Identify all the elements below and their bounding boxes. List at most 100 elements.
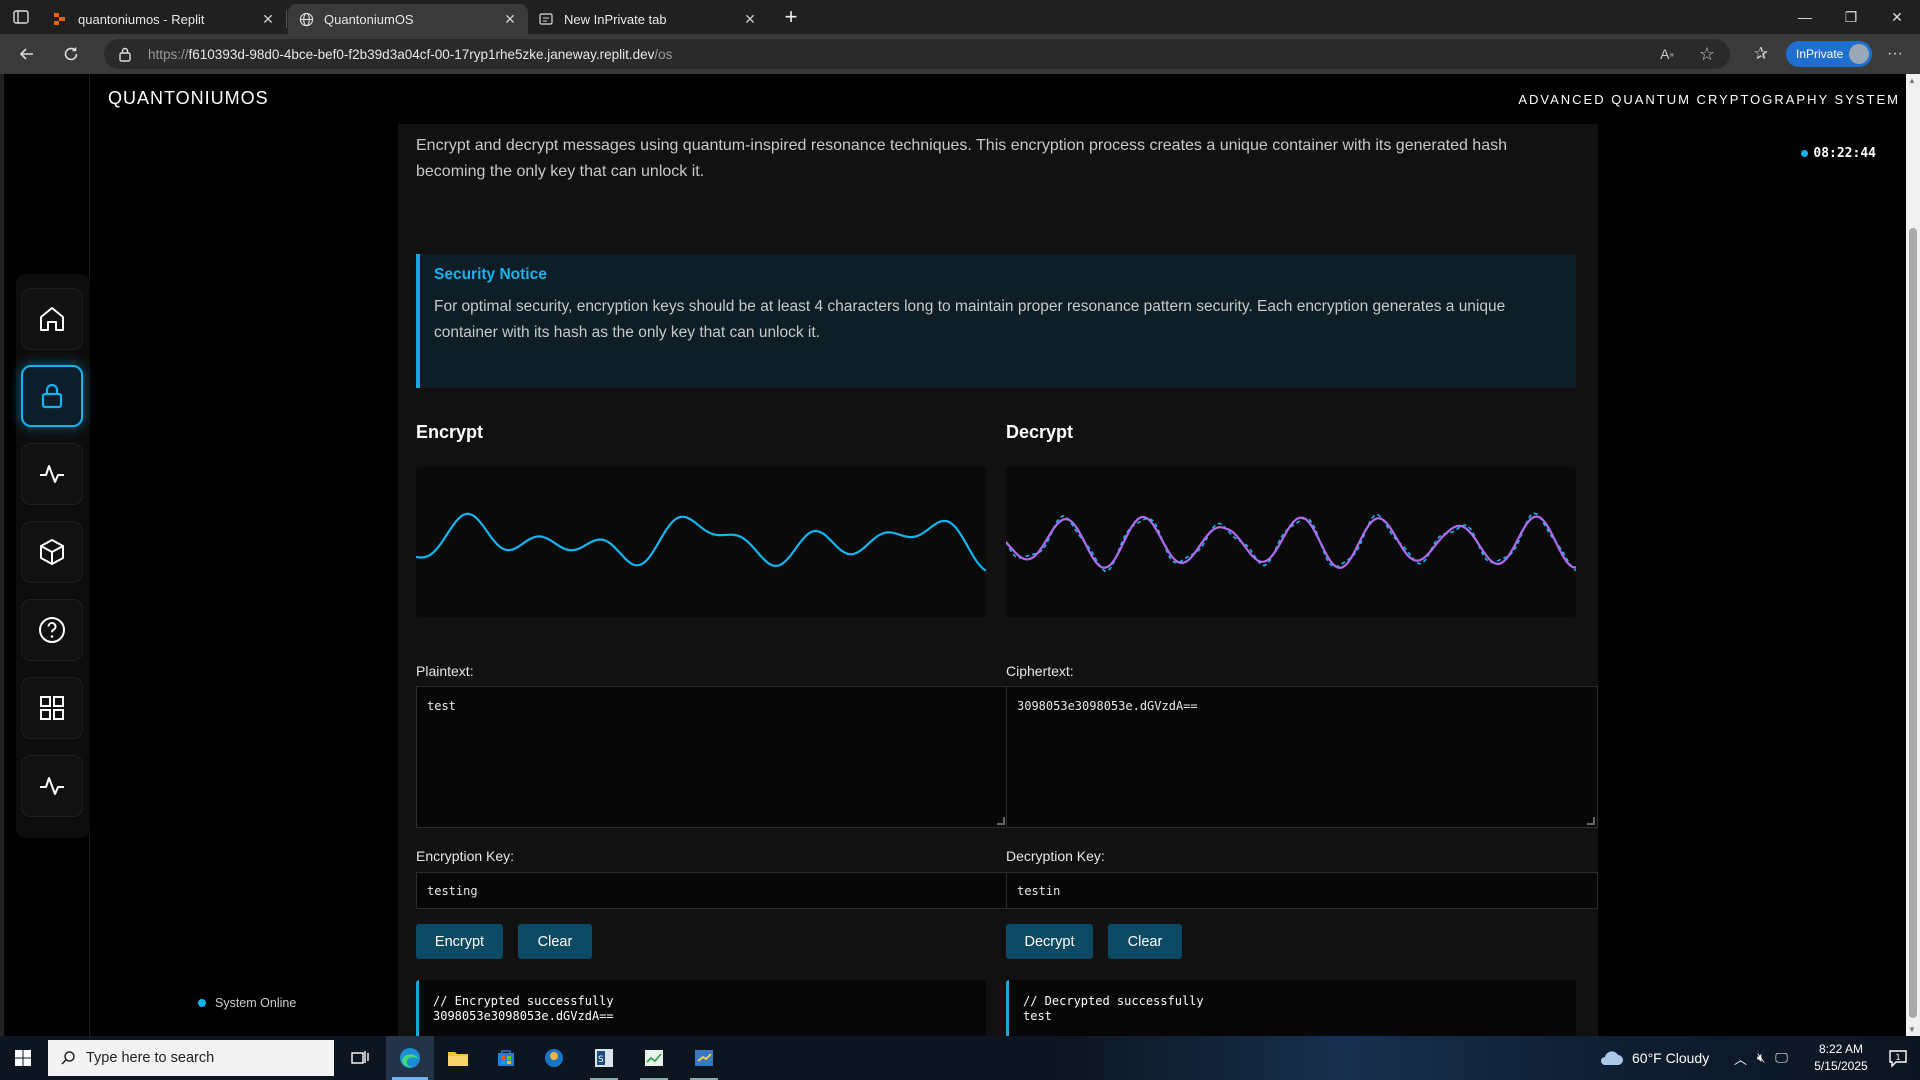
sidebar-item-help[interactable] xyxy=(21,599,83,661)
sidebar-item-container[interactable] xyxy=(21,521,83,583)
brand-logo: QUANTONIUMOS xyxy=(108,88,269,108)
inprivate-badge[interactable]: InPrivate xyxy=(1786,41,1872,67)
status-text: System Online xyxy=(215,996,297,1010)
url-text: https://f610393d-98d0-4bce-bef0-f2b39d3a… xyxy=(148,46,673,62)
plaintext-value: test xyxy=(427,699,456,713)
store-icon[interactable] xyxy=(482,1036,530,1080)
minimize-icon[interactable]: — xyxy=(1782,0,1828,34)
tab-label: New InPrivate tab xyxy=(564,11,667,27)
cloud-icon xyxy=(1601,1051,1623,1065)
close-icon[interactable]: ✕ xyxy=(740,9,760,29)
home-icon xyxy=(40,307,64,331)
globe-icon xyxy=(298,11,314,27)
decrypt-clear-button[interactable]: Clear xyxy=(1108,924,1182,959)
network-icon[interactable]: 🖵︎ xyxy=(1775,1050,1788,1066)
windows-taskbar: Type here to search S 60°F Cloudy ︿ 🔇︎ 🖵… xyxy=(0,1036,1920,1080)
file-explorer-icon[interactable] xyxy=(434,1036,482,1080)
favorite-star-icon[interactable]: ☆ xyxy=(1692,39,1722,69)
status-dot xyxy=(198,999,206,1007)
encrypt-wave-line xyxy=(415,512,987,572)
system-tray: ︿ 🔇︎ 🖵︎ xyxy=(1734,1036,1788,1080)
plaintext-label: Plaintext: xyxy=(416,663,474,679)
encrypt-output: // Encrypted successfully 3098053e3098053… xyxy=(416,980,986,1040)
encrypt-button[interactable]: Encrypt xyxy=(416,924,503,959)
sidebar-item-analytics[interactable] xyxy=(21,755,83,817)
taskbar-date: 5/15/2025 xyxy=(1814,1059,1868,1073)
clock-date[interactable]: 8:22 AM 5/15/2025 xyxy=(1806,1041,1876,1075)
notification-icon[interactable]: 1 xyxy=(1876,1036,1920,1080)
sql-app-icon[interactable]: S xyxy=(580,1036,628,1080)
decryption-key-label: Decryption Key: xyxy=(1006,848,1105,864)
resize-handle[interactable] xyxy=(997,817,1005,825)
ciphertext-input[interactable]: 3098053e3098053e.dGVzdA== xyxy=(1006,686,1598,828)
encrypt-wave-svg xyxy=(415,512,987,572)
security-notice: Security Notice For optimal security, en… xyxy=(416,254,1576,388)
more-menu-icon[interactable]: ··· xyxy=(1880,39,1910,69)
python-app-icon[interactable] xyxy=(680,1036,728,1080)
search-icon xyxy=(61,1051,75,1065)
tab-label: quantoniumos - Replit xyxy=(78,11,205,27)
window-controls: — ❐ ✕ xyxy=(1782,0,1920,34)
decryption-key-value: testin xyxy=(1017,884,1061,898)
encryption-key-input[interactable]: testing xyxy=(416,872,1008,909)
weather-text: 60°F Cloudy xyxy=(1632,1050,1710,1066)
decryption-key-input[interactable]: testin xyxy=(1006,872,1598,909)
close-icon[interactable]: ✕ xyxy=(500,9,520,29)
app-orb-icon[interactable] xyxy=(530,1036,578,1080)
sidebar-item-apps[interactable] xyxy=(21,677,83,739)
sidebar-item-encryption[interactable] xyxy=(21,365,83,427)
sidebar-item-home[interactable] xyxy=(21,288,83,350)
weather-widget[interactable]: 60°F Cloudy xyxy=(1598,1036,1709,1080)
ciphertext-value: 3098053e3098053e.dGVzdA== xyxy=(1017,699,1198,713)
edge-taskbar-icon[interactable] xyxy=(386,1036,434,1080)
inprivate-tab-icon xyxy=(538,11,554,27)
tab-actions-icon[interactable] xyxy=(12,8,30,26)
tab-divider xyxy=(286,10,287,28)
lock-icon[interactable] xyxy=(118,46,132,67)
taskbar-search-box[interactable]: Type here to search xyxy=(48,1040,334,1076)
avatar xyxy=(1849,44,1869,64)
grid-icon xyxy=(40,696,64,720)
clock: 08:22:44 xyxy=(1801,146,1876,161)
pulse-icon xyxy=(40,465,64,483)
restore-icon[interactable]: ❐ xyxy=(1828,0,1874,34)
chart-app-icon[interactable] xyxy=(630,1036,678,1080)
new-tab-icon[interactable]: + xyxy=(780,6,802,29)
svg-text:S: S xyxy=(598,1055,604,1065)
encrypt-clear-button[interactable]: Clear xyxy=(518,924,592,959)
decrypt-output-line: // Decrypted successfully xyxy=(1023,994,1204,1008)
read-aloud-icon[interactable]: A» xyxy=(1652,39,1682,69)
lock-icon xyxy=(41,383,63,409)
encryption-key-label: Encryption Key: xyxy=(416,848,515,864)
close-window-icon[interactable]: ✕ xyxy=(1874,0,1920,34)
close-icon[interactable]: ✕ xyxy=(258,9,278,29)
system-status: System Online xyxy=(198,996,296,1010)
tab-replit[interactable]: quantoniumos - Replit ✕ xyxy=(42,4,286,34)
decrypt-button[interactable]: Decrypt xyxy=(1006,924,1093,959)
task-view-icon[interactable] xyxy=(336,1036,384,1080)
chevron-up-icon[interactable]: ︿ xyxy=(1734,1049,1747,1068)
scroll-up-icon[interactable]: ▲ xyxy=(1908,76,1916,85)
start-button[interactable] xyxy=(0,1036,46,1080)
search-placeholder: Type here to search xyxy=(86,1050,215,1066)
encrypt-title: Encrypt xyxy=(416,422,484,442)
back-icon[interactable] xyxy=(12,39,42,69)
resize-handle[interactable] xyxy=(1587,817,1595,825)
url-field[interactable]: https://f610393d-98d0-4bce-bef0-f2b39d3a… xyxy=(104,39,1730,69)
scroll-down-icon[interactable]: ▼ xyxy=(1908,1025,1916,1034)
decrypt-wave-noisy-line xyxy=(1005,512,1577,572)
sidebar-item-resonance[interactable] xyxy=(21,443,83,505)
app-header: QUANTONIUMOS ADVANCED QUANTUM CRYPTOGRAP… xyxy=(90,74,1910,118)
favorites-icon[interactable]: ✰ xyxy=(1746,39,1776,69)
tab-new-inprivate[interactable]: New InPrivate tab ✕ xyxy=(528,4,768,34)
refresh-icon[interactable] xyxy=(56,39,86,69)
volume-muted-icon[interactable]: 🔇︎ xyxy=(1757,1050,1765,1066)
scroll-thumb[interactable] xyxy=(1909,228,1917,1018)
inprivate-label: InPrivate xyxy=(1796,47,1844,61)
page-scrollbar[interactable]: ▲ ▼ xyxy=(1906,74,1920,1036)
decrypt-title: Decrypt xyxy=(1006,422,1074,442)
encrypt-output-value: 3098053e3098053e.dGVzdA== xyxy=(433,1009,614,1023)
help-icon xyxy=(39,617,65,643)
tab-quantoniumos[interactable]: QuantoniumOS ✕ xyxy=(288,4,528,34)
plaintext-input[interactable]: test xyxy=(416,686,1008,828)
